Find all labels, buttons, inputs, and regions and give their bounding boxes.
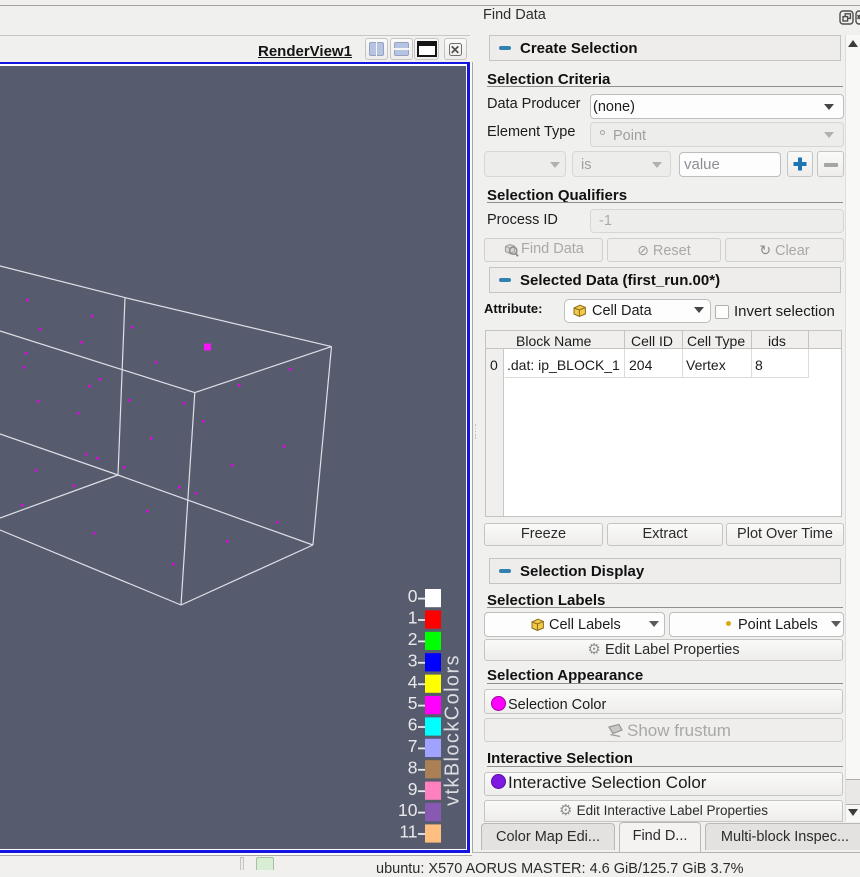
svg-text:6: 6	[408, 715, 418, 735]
svg-text:7: 7	[408, 736, 418, 756]
svg-text:11: 11	[399, 822, 417, 842]
svg-text:9: 9	[408, 779, 418, 799]
svg-text:1: 1	[408, 608, 418, 628]
svg-text:8: 8	[408, 757, 418, 777]
svg-text:0: 0	[408, 586, 418, 606]
svg-text:2: 2	[408, 629, 418, 649]
svg-text:5: 5	[408, 693, 418, 713]
svg-text:10: 10	[398, 800, 418, 820]
svg-text:vtkBlockColors: vtkBlockColors	[442, 654, 464, 806]
svg-text:4: 4	[408, 672, 418, 692]
svg-text:3: 3	[408, 650, 418, 670]
